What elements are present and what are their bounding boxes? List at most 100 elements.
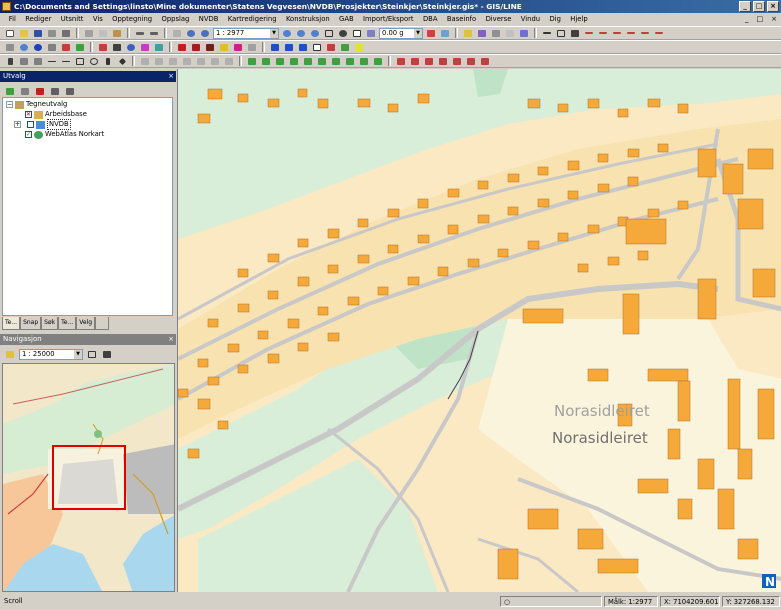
- marker-icon[interactable]: [232, 42, 244, 53]
- menu-vindu[interactable]: Vindu: [516, 15, 545, 23]
- move-down-icon[interactable]: [64, 86, 76, 97]
- redraw-icon[interactable]: [351, 28, 363, 39]
- edit-arc-icon[interactable]: [611, 28, 623, 39]
- rotation-combobox[interactable]: 0.00 g ▼: [379, 27, 423, 39]
- object-icon[interactable]: [153, 42, 165, 53]
- edit-join-icon[interactable]: [639, 28, 651, 39]
- text-icon[interactable]: [111, 42, 123, 53]
- node-edit-icon[interactable]: [18, 56, 30, 67]
- zoom-in-icon[interactable]: [295, 28, 307, 39]
- expand-icon[interactable]: +: [14, 121, 21, 128]
- topology-icon[interactable]: [395, 56, 407, 67]
- new-selection-icon[interactable]: [4, 86, 16, 97]
- barcode-icon[interactable]: [176, 42, 188, 53]
- highlight-icon[interactable]: [353, 42, 365, 53]
- menu-diverse[interactable]: Diverse: [481, 15, 516, 23]
- polyline-icon[interactable]: [60, 56, 72, 67]
- nav-n-icon[interactable]: [4, 349, 16, 360]
- tab-sok[interactable]: Søk: [41, 317, 59, 330]
- menu-opptegning[interactable]: Opptegning: [107, 15, 156, 23]
- draw-icon[interactable]: [476, 28, 488, 39]
- zoom-icon[interactable]: [281, 28, 293, 39]
- snap-mid-icon[interactable]: [260, 56, 272, 67]
- rect-tool-icon[interactable]: [555, 28, 567, 39]
- menu-gab[interactable]: GAB: [334, 15, 358, 23]
- shape-icon[interactable]: [504, 28, 516, 39]
- snap-tool-icon[interactable]: [569, 28, 581, 39]
- nav-scale-combobox[interactable]: 1 : 25000 ▼: [19, 349, 83, 360]
- layer-icon[interactable]: [439, 28, 451, 39]
- rectangle-icon[interactable]: [74, 56, 86, 67]
- checkbox[interactable]: ✕: [25, 111, 32, 118]
- undo-icon[interactable]: [134, 28, 146, 39]
- maximize-button[interactable]: □: [753, 1, 765, 12]
- validate-icon[interactable]: [409, 56, 421, 67]
- tree-node-tegneutvalg[interactable]: − Tegneutvalg: [6, 100, 67, 109]
- delete-selection-icon[interactable]: [34, 86, 46, 97]
- close-button[interactable]: ×: [767, 1, 779, 12]
- next-view-icon[interactable]: [199, 28, 211, 39]
- menu-hjelp[interactable]: Hjelp: [566, 15, 593, 23]
- menu-baseinfo[interactable]: Baseinfo: [442, 15, 481, 23]
- filter-icon[interactable]: [46, 42, 58, 53]
- scale-combobox[interactable]: 1 : 2977 ▼: [213, 27, 279, 39]
- mdi-restore-button[interactable]: □: [757, 13, 764, 25]
- symbol-icon[interactable]: [97, 42, 109, 53]
- split-icon[interactable]: [451, 56, 463, 67]
- line-icon[interactable]: [46, 56, 58, 67]
- collapse-icon[interactable]: −: [6, 101, 13, 108]
- tab-extra[interactable]: [95, 317, 110, 330]
- navigasjon-close-icon[interactable]: ×: [168, 334, 174, 345]
- circle-icon[interactable]: [88, 56, 100, 67]
- merge-icon[interactable]: [437, 56, 449, 67]
- select-icon[interactable]: [4, 42, 16, 53]
- open-icon[interactable]: [18, 28, 30, 39]
- vertex-icon[interactable]: [139, 42, 151, 53]
- snap-grid-icon[interactable]: [372, 56, 384, 67]
- layers-active-icon[interactable]: [269, 42, 281, 53]
- edit-line-icon[interactable]: [583, 28, 595, 39]
- pen-icon[interactable]: [218, 42, 230, 53]
- search-icon[interactable]: [18, 42, 30, 53]
- edit-curve-icon[interactable]: [597, 28, 609, 39]
- rotate-object-icon[interactable]: [167, 56, 179, 67]
- tab-tema[interactable]: Te...: [58, 317, 77, 330]
- tree-node-nvdb[interactable]: + NVDB: [14, 119, 71, 130]
- new-icon[interactable]: [4, 28, 16, 39]
- save-icon[interactable]: [32, 28, 44, 39]
- zoom-out-icon[interactable]: [309, 28, 321, 39]
- menu-utsnitt[interactable]: Utsnitt: [56, 15, 88, 23]
- edit-move-icon[interactable]: [653, 28, 665, 39]
- snap-int-icon[interactable]: [274, 56, 286, 67]
- paste-icon[interactable]: [111, 28, 123, 39]
- mdi-minimize-button[interactable]: _: [745, 13, 749, 25]
- pan-icon[interactable]: [171, 28, 183, 39]
- point-icon[interactable]: [116, 56, 128, 67]
- dimension-icon[interactable]: [74, 42, 86, 53]
- nav-grid-icon[interactable]: [86, 349, 98, 360]
- road-icon[interactable]: [204, 42, 216, 53]
- grid-icon[interactable]: [246, 42, 258, 53]
- copy-object-icon[interactable]: [139, 56, 151, 67]
- repair-icon[interactable]: [423, 56, 435, 67]
- snap-end-icon[interactable]: [246, 56, 258, 67]
- image-icon[interactable]: [339, 42, 351, 53]
- rotate-icon[interactable]: [365, 28, 377, 39]
- menu-import-eksport[interactable]: Import/Eksport: [358, 15, 418, 23]
- edit-selection-icon[interactable]: [19, 86, 31, 97]
- move-object-icon[interactable]: [153, 56, 165, 67]
- snap-perp-icon[interactable]: [288, 56, 300, 67]
- zoom-extent-icon[interactable]: [323, 28, 335, 39]
- menu-konstruksjon[interactable]: Konstruksjon: [281, 15, 334, 23]
- minimize-button[interactable]: _: [739, 1, 751, 12]
- table-icon[interactable]: [311, 42, 323, 53]
- tab-tegneutvalg[interactable]: Te...: [2, 317, 21, 330]
- snap-center-icon[interactable]: [330, 56, 342, 67]
- text-a-icon[interactable]: [102, 56, 114, 67]
- map-canvas[interactable]: Norasidleiret Norasidleiret N: [177, 69, 781, 592]
- menu-oppslag[interactable]: Oppslag: [157, 15, 194, 23]
- redo-icon[interactable]: [148, 28, 160, 39]
- menu-dig[interactable]: Dig: [545, 15, 566, 23]
- snap-tan-icon[interactable]: [302, 56, 314, 67]
- menu-nvdb[interactable]: NVDB: [194, 15, 223, 23]
